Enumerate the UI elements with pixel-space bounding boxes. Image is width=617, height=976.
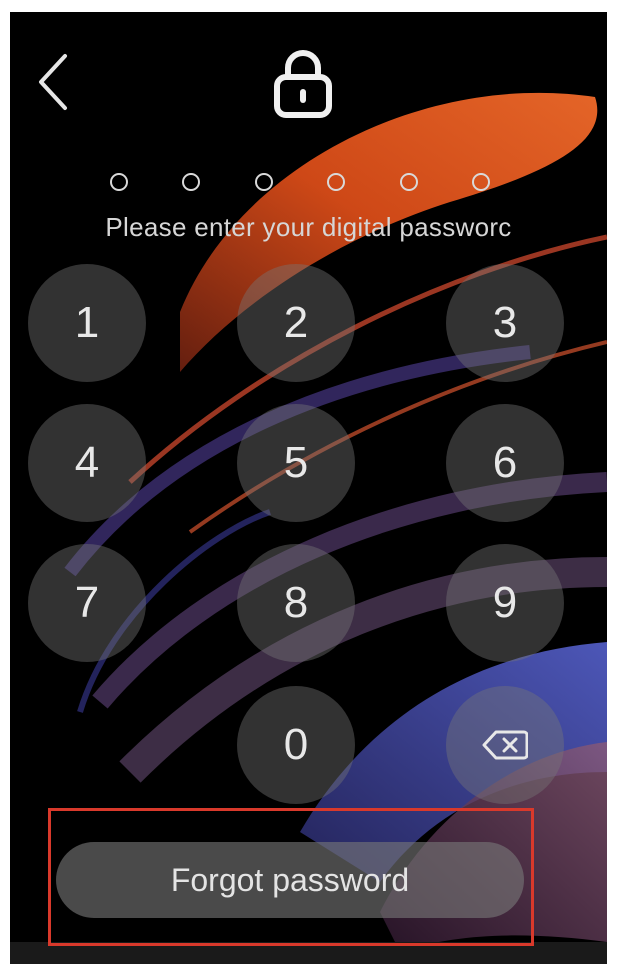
password-prompt: Please enter your digital passworc xyxy=(105,212,512,242)
key-0[interactable]: 0 xyxy=(237,686,355,804)
key-1[interactable]: 1 xyxy=(28,264,146,382)
pin-dot xyxy=(182,173,201,191)
pin-dot xyxy=(254,173,273,191)
pin-indicator xyxy=(110,167,490,197)
forgot-password-button[interactable]: Forgot password xyxy=(56,842,524,918)
key-2[interactable]: 2 xyxy=(237,264,355,382)
key-8[interactable]: 8 xyxy=(237,544,355,662)
chevron-left-icon xyxy=(39,54,67,110)
back-button[interactable] xyxy=(30,50,74,114)
backspace-button[interactable] xyxy=(446,686,564,804)
key-6[interactable]: 6 xyxy=(446,404,564,522)
pin-dot xyxy=(399,173,418,191)
key-5[interactable]: 5 xyxy=(237,404,355,522)
key-4[interactable]: 4 xyxy=(28,404,146,522)
pin-dot xyxy=(471,173,490,191)
lock-icon xyxy=(274,50,332,118)
key-9[interactable]: 9 xyxy=(446,544,564,662)
pin-dot xyxy=(110,173,128,191)
key-3[interactable]: 3 xyxy=(446,264,564,382)
pin-dot xyxy=(327,173,346,191)
backspace-icon xyxy=(482,730,528,760)
key-7[interactable]: 7 xyxy=(28,544,146,662)
